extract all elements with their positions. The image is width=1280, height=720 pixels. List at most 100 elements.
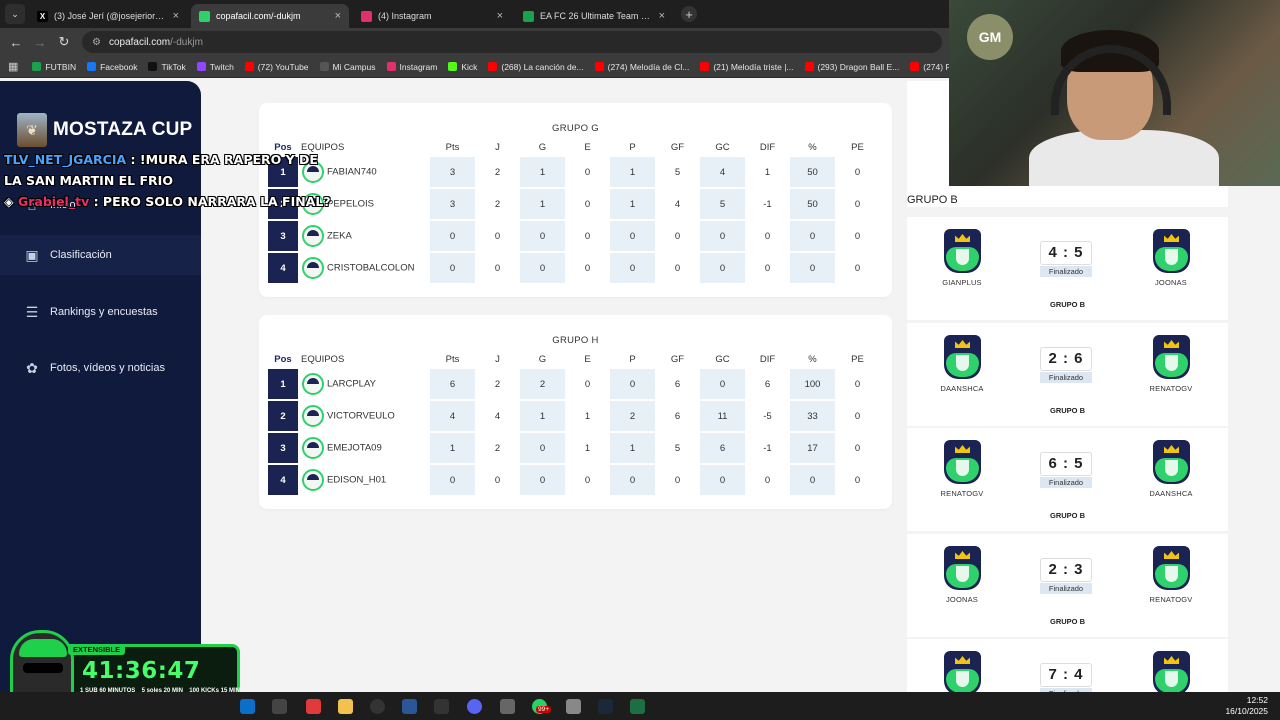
table-row[interactable]: 2 PEPELOIS 3 2 1 0 1 4 5 -1 50 0 (268, 189, 880, 219)
stat-cell-gf: 6 (674, 410, 681, 422)
table-row[interactable]: 3 ZEKA 0 0 0 0 0 0 0 0 0 0 (268, 221, 880, 251)
table-header-row: Pos EQUIPOS Pts J G E P GF GC DIF % PE (268, 139, 880, 155)
standings-table: Pos EQUIPOS Pts J G E P GF GC DIF % PE 1… (268, 349, 880, 497)
position-cell: 4 (268, 465, 298, 495)
system-clock[interactable]: 12:52 16/10/2025 (1225, 695, 1268, 717)
stat-cell-pts: 3 (430, 157, 475, 187)
team-cell[interactable]: CRISTOBALCOLON (298, 253, 430, 283)
outlook-icon[interactable] (240, 699, 255, 714)
table-row[interactable]: 2 VICTORVEULO 4 4 1 1 2 6 11 -5 33 0 (268, 401, 880, 431)
sidebar-item-label: Rankings y encuestas (50, 306, 158, 318)
calculator-icon[interactable] (566, 699, 581, 714)
team-name: ZEKA (327, 230, 352, 242)
away-team-name: DAANSHCA (1149, 489, 1193, 498)
close-icon[interactable]: × (173, 10, 179, 22)
team-cell[interactable]: ZEKA (298, 221, 430, 251)
close-icon[interactable]: × (335, 10, 341, 22)
stat-cell-dif: 0 (764, 474, 771, 486)
stat-cell-pts: 6 (430, 369, 475, 399)
table-row[interactable]: 1 LARCPLAY 6 2 2 0 0 6 0 6 100 0 (268, 369, 880, 399)
bookmark-item[interactable]: Twitch (196, 62, 234, 72)
sidebar-item-media[interactable]: ✿ Fotos, vídeos y noticias (0, 348, 201, 388)
standings-body: 1 LARCPLAY 6 2 2 0 0 6 0 6 100 0 2 VICTORVEULO 4 4 1 1 2 6 1… (268, 369, 880, 495)
new-tab-button[interactable]: + (681, 6, 697, 22)
bookmark-item[interactable]: Facebook (87, 62, 137, 72)
instagram-icon (361, 10, 372, 22)
team-cell[interactable]: EDISON_H01 (298, 465, 430, 495)
bookmark-label: Mi Campus (332, 61, 376, 72)
match-card[interactable]: RENATOGV DAANSHCA 6 : 5 Finalizado GRUPO B (907, 428, 1228, 531)
clock-time: 12:52 (1246, 695, 1268, 705)
chat-message: : !MURA ERA RAPERO Y DE (130, 152, 318, 167)
bookmark-item[interactable]: (268) La canción de... (488, 61, 584, 72)
stat-cell-dif: -5 (763, 410, 772, 422)
standings-table: Pos EQUIPOS Pts J G E P GF GC DIF % PE 1… (268, 137, 880, 285)
app-icon[interactable] (434, 699, 449, 714)
steam-icon[interactable] (598, 699, 613, 714)
col-p: P (629, 141, 636, 153)
bookmark-item[interactable]: (274) Melodía de Cl... (594, 61, 690, 72)
team-cell[interactable]: VICTORVEULO (298, 401, 430, 431)
bookmark-label: (274) Melodía de Cl... (607, 61, 690, 72)
tab-instagram[interactable]: (4) Instagram × (353, 4, 511, 28)
col-j: J (495, 353, 500, 365)
bookmark-favicon-icon (244, 62, 254, 71)
reload-icon[interactable]: ↻ (52, 34, 76, 50)
bookmark-label: (268) La canción de... (501, 61, 584, 72)
table-row[interactable]: 1 FABIAN740 3 2 1 0 1 5 4 1 50 0 (268, 157, 880, 187)
discord-icon[interactable] (467, 699, 482, 714)
col-pct: % (808, 141, 817, 153)
stat-cell-p: 1 (610, 157, 655, 187)
app-icon[interactable] (500, 699, 515, 714)
app-icon[interactable] (306, 699, 321, 714)
site-info-icon[interactable]: ⚙ (92, 37, 101, 48)
match-card[interactable]: DAANSHCA RENATOGV 2 : 6 Finalizado GRUPO B (907, 323, 1228, 426)
futbin-icon (523, 10, 534, 22)
sidebar-item-rankings[interactable]: ☰ Rankings y encuestas (0, 292, 201, 332)
word-icon[interactable] (402, 699, 417, 714)
match-card[interactable]: GIANPLUS JOONAS 4 : 5 Finalizado GRUPO B (907, 217, 1228, 320)
bookmark-item[interactable]: FUTBIN (32, 62, 76, 72)
sidebar-item-label: Clasificación (50, 249, 112, 261)
apps-grid-icon[interactable]: ▦ (8, 60, 18, 73)
bookmark-item[interactable]: (293) Dragon Ball E... (804, 62, 899, 72)
stat-cell-pe: 0 (854, 166, 861, 178)
forward-icon[interactable]: → (28, 35, 52, 50)
bookmark-item[interactable]: Instagram (386, 62, 437, 72)
table-row[interactable]: 4 EDISON_H01 0 0 0 0 0 0 0 0 0 0 (268, 465, 880, 495)
back-icon[interactable]: ← (4, 35, 28, 50)
stat-cell-gc: 5 (700, 189, 745, 219)
tab-x[interactable]: X (3) José Jerí (@josejeriore) / X × (29, 4, 187, 28)
sidebar-item-clasificacion[interactable]: ▣ Clasificación (0, 235, 201, 275)
bookmark-item[interactable]: Kick (448, 62, 477, 72)
bookmark-label: Facebook (100, 61, 138, 72)
stat-cell-pts: 0 (430, 465, 475, 495)
bookmark-item[interactable]: (21) Melodía triste |... (700, 62, 794, 72)
table-row[interactable]: 3 EMEJOTA09 1 2 0 1 1 5 6 -1 17 0 (268, 433, 880, 463)
close-icon[interactable]: × (659, 10, 665, 22)
team-cell[interactable]: EMEJOTA09 (298, 433, 430, 463)
team-name: LARCPLAY (327, 378, 376, 390)
team-cell[interactable]: LARCPLAY (298, 369, 430, 399)
col-e: E (584, 353, 591, 365)
app-icon[interactable] (272, 699, 287, 714)
url-input[interactable]: ⚙ copafacil.com/-dukjm (82, 31, 942, 53)
match-card[interactable]: JOONAS RENATOGV 2 : 3 Finalizado GRUPO B (907, 534, 1228, 637)
table-row[interactable]: 4 CRISTOBALCOLON 0 0 0 0 0 0 0 0 0 0 (268, 253, 880, 283)
close-icon[interactable]: × (497, 10, 503, 22)
excel-icon[interactable] (630, 699, 645, 714)
tab-futbin[interactable]: EA FC 26 Ultimate Team Prices, × (515, 4, 673, 28)
bookmark-item[interactable]: Mi Campus (319, 61, 376, 72)
tab-search-icon[interactable]: ⌄ (5, 4, 25, 24)
tab-copafacil[interactable]: copafacil.com/-dukjm × (191, 4, 349, 28)
bookmark-item[interactable]: TikTok (148, 62, 186, 72)
stat-cell-p: 0 (610, 465, 655, 495)
bookmark-favicon-icon (386, 62, 396, 71)
clock-date: 16/10/2025 (1225, 706, 1268, 716)
team-logo-icon (302, 405, 324, 427)
obs-icon[interactable] (370, 699, 385, 714)
position-cell: 3 (268, 221, 298, 251)
folder-icon[interactable] (338, 699, 353, 714)
match-card[interactable]: 7 : 4Finalizado (907, 639, 1228, 692)
bookmark-item[interactable]: (72) YouTube (244, 62, 309, 72)
